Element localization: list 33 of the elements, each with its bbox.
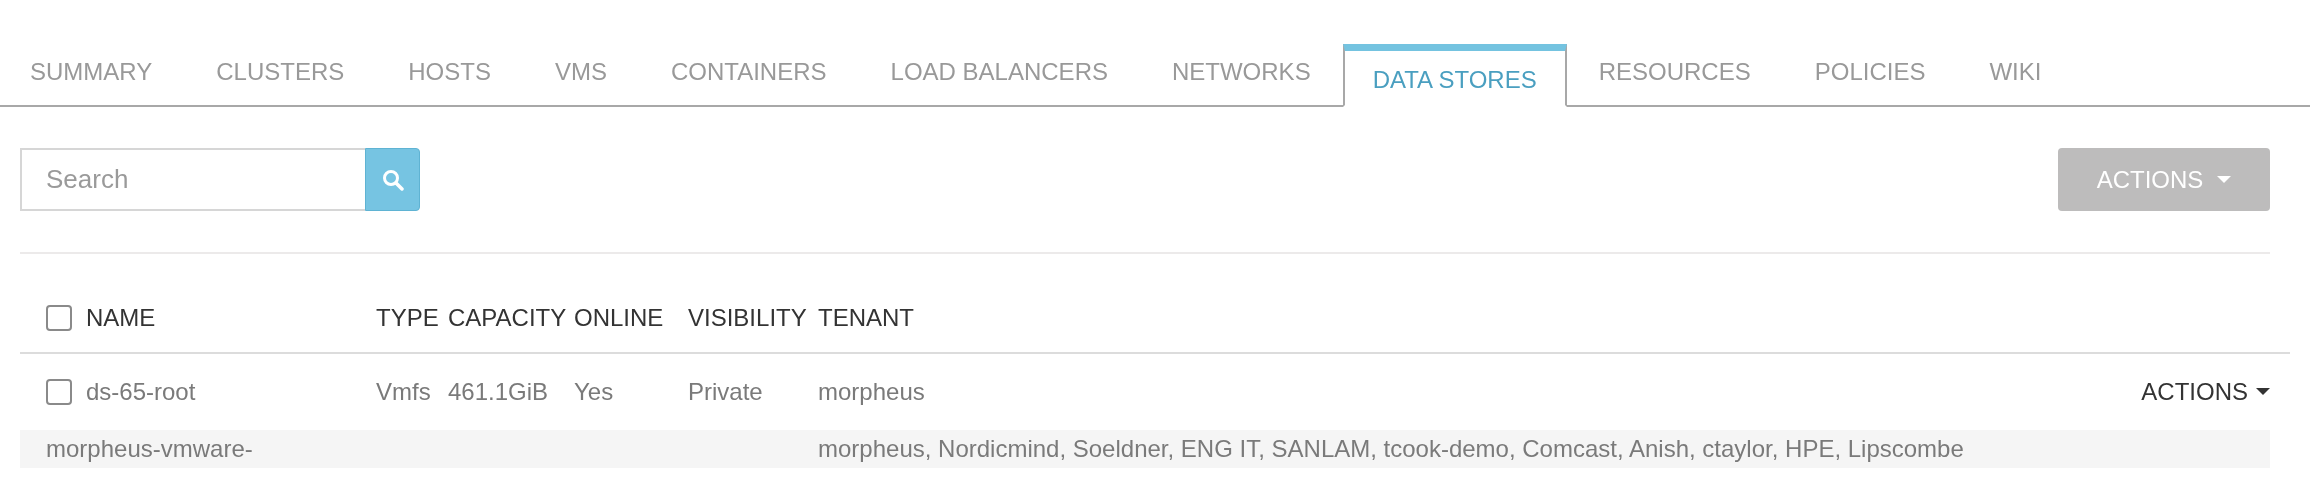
table-cell: morpheus [818,378,925,406]
caret-icon [2217,175,2232,184]
search-field[interactable]: Search [20,148,365,211]
checkbox[interactable] [46,305,72,331]
checkbox[interactable] [46,379,72,405]
caret-icon [2256,388,2270,396]
table-cell: ds-65-root [86,378,196,406]
tab[interactable]: SUMMARY [0,44,185,107]
column-header: TYPE [376,304,439,332]
column-header: ONLINE [574,304,664,332]
tab[interactable]: DATA STORES [1342,44,1567,107]
search-icon [381,168,404,191]
tab[interactable]: LOAD BALANCERS [858,44,1140,107]
table-cell: morpheus-vmware- [46,435,253,463]
tab[interactable]: WIKI [1957,44,2074,107]
tab[interactable]: CLUSTERS [184,44,377,107]
tab[interactable]: HOSTS [376,44,523,107]
table-cell: morpheus, Nordicmind, Soeldner, ENG IT, SANLAM, tcook-demo, Comcast, Anish, ctaylor, HPE, Lipscombe [818,435,1964,463]
tab[interactable]: NETWORKS [1139,44,1343,107]
column-header: CAPACITY [448,304,567,332]
column-header: VISIBILITY [688,304,807,332]
table-cell: 461.1GiB [448,378,549,406]
table-cell: Private [688,378,763,406]
tab[interactable]: RESOURCES [1566,44,1783,107]
column-header: NAME [86,304,156,332]
tab[interactable]: POLICIES [1782,44,1958,107]
tab[interactable]: VMS [522,44,639,107]
search-button[interactable] [365,148,420,211]
actions-link[interactable]: ACTIONS [2141,378,2270,406]
table-cell: Vmfs [376,378,431,406]
tab[interactable]: CONTAINERS [639,44,859,107]
table-cell: Yes [574,378,614,406]
column-header: TENANT [818,304,914,332]
